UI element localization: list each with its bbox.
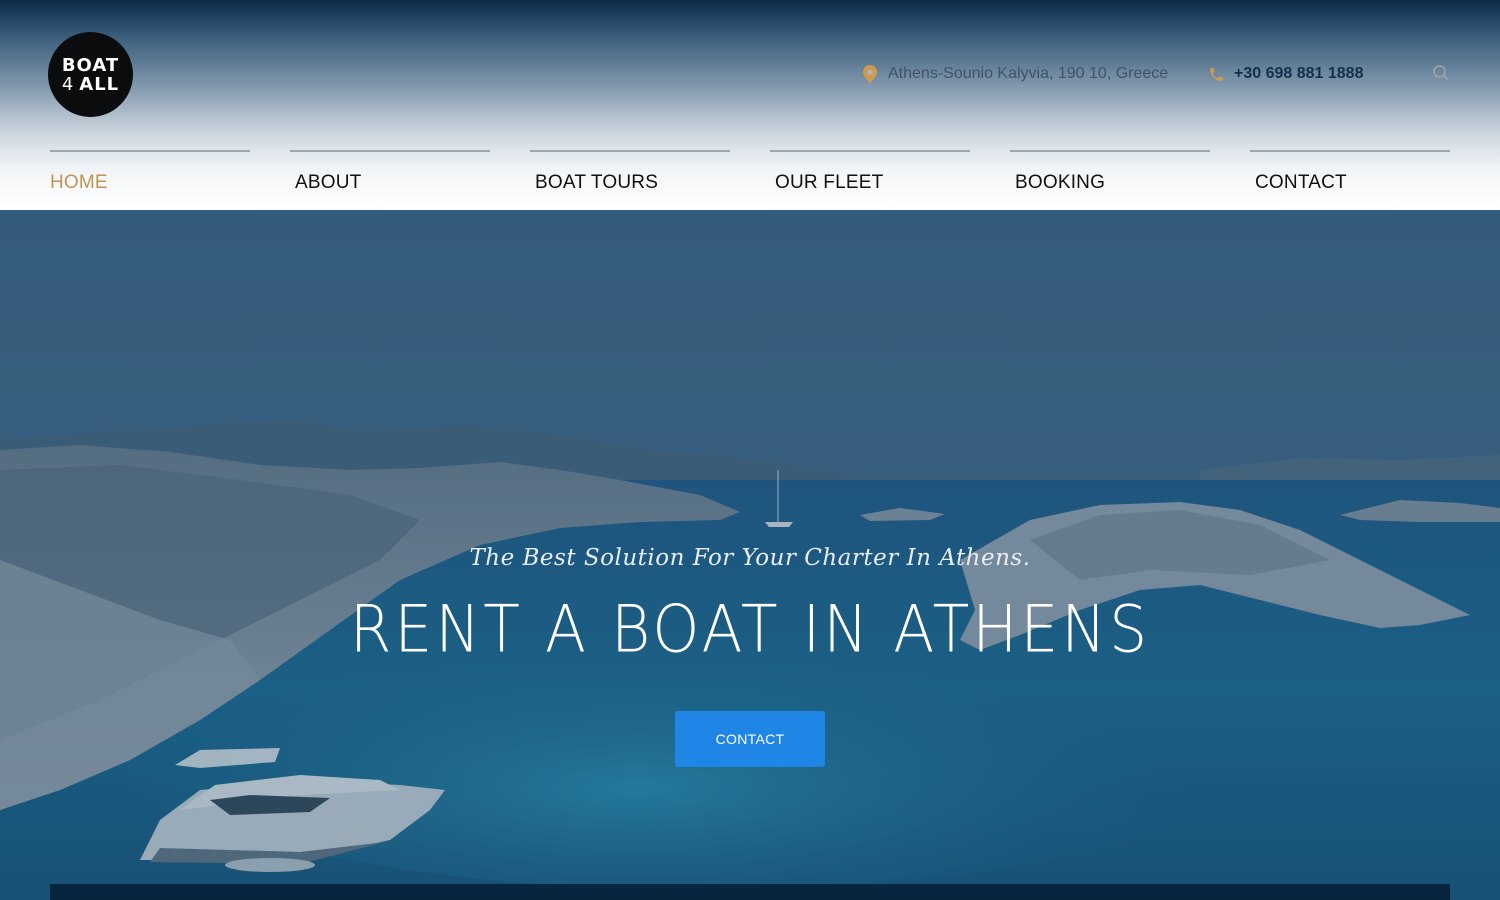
main-nav: HOME ABOUT BOAT TOURS OUR FLEET BOOKING … bbox=[50, 150, 1450, 210]
header-address: Athens-Sounio Kalyvia, 190 10, Greece bbox=[860, 62, 1168, 86]
logo-word: ALL bbox=[79, 73, 120, 95]
header-phone[interactable]: +30 698 881 1888 bbox=[1206, 62, 1363, 86]
address-text: Athens-Sounio Kalyvia, 190 10, Greece bbox=[888, 65, 1169, 82]
site-header: BOAT 4 ALL Athens-Sounio Kalyvia, 190 10,… bbox=[0, 0, 1500, 210]
logo-line-2: 4 ALL bbox=[62, 75, 119, 94]
nav-item-label: BOAT TOURS bbox=[535, 172, 659, 193]
map-pin-icon bbox=[860, 64, 880, 84]
search-icon[interactable] bbox=[1432, 64, 1452, 84]
nav-item-contact[interactable]: CONTACT bbox=[1250, 150, 1450, 210]
logo-number: 4 bbox=[61, 73, 75, 95]
hero-tagline: The Best Solution For Your Charter In At… bbox=[469, 545, 1031, 571]
phone-number: +30 698 881 1888 bbox=[1234, 65, 1364, 82]
hero-headline: RENT A BOAT IN ATHENS bbox=[349, 592, 1151, 668]
site-logo[interactable]: BOAT 4 ALL bbox=[48, 32, 133, 117]
nav-item-label: ABOUT bbox=[295, 172, 362, 193]
nav-item-label: BOOKING bbox=[1015, 172, 1106, 193]
bottom-panel-edge bbox=[50, 884, 1450, 900]
phone-icon bbox=[1206, 64, 1226, 84]
nav-item-booking[interactable]: BOOKING bbox=[1010, 150, 1210, 210]
nav-item-our-fleet[interactable]: OUR FLEET bbox=[770, 150, 970, 210]
nav-item-home[interactable]: HOME bbox=[50, 150, 250, 210]
nav-item-boat-tours[interactable]: BOAT TOURS bbox=[530, 150, 730, 210]
nav-item-label: CONTACT bbox=[1255, 172, 1347, 193]
contact-button[interactable]: CONTACT bbox=[675, 711, 825, 767]
nav-item-label: HOME bbox=[50, 172, 108, 193]
nav-item-about[interactable]: ABOUT bbox=[290, 150, 490, 210]
nav-item-label: OUR FLEET bbox=[775, 172, 884, 193]
logo-line-1: BOAT bbox=[61, 54, 120, 76]
